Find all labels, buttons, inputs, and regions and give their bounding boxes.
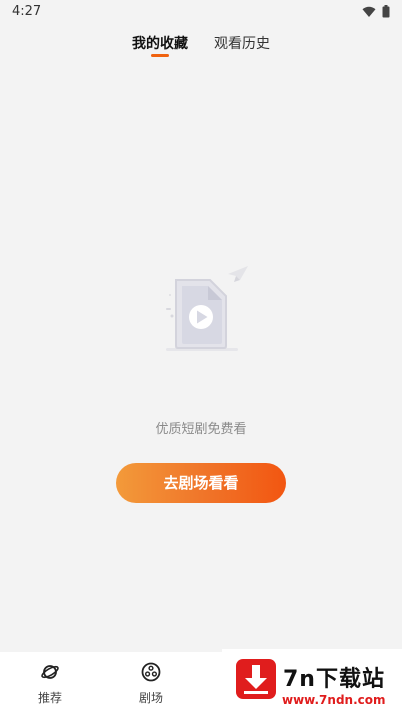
active-tab-indicator [151,54,169,57]
planet-icon [40,662,60,682]
download-arrow-icon [236,659,276,699]
status-bar: 4:27 [0,0,402,24]
watermark-url: www.7ndn.com [282,693,386,707]
status-icons [362,5,390,18]
nav-item-recommend[interactable]: 推荐 [20,662,80,706]
nav-item-theater[interactable]: 剧场 [121,662,181,706]
top-tabs: 我的收藏 观看历史 [0,30,402,60]
nav-label-theater: 剧场 [138,691,163,705]
video-file-icon [150,262,254,358]
tab-history[interactable]: 观看历史 [214,33,270,53]
film-reel-icon [141,662,161,682]
favorites-screen: 4:27 我的收藏 观看历史 优质短剧免费看 去剧场看看 推荐 剧场 7n下载站… [0,0,402,716]
tab-favorites[interactable]: 我的收藏 [132,33,188,53]
watermark-title: 7n下载站 [283,667,385,692]
battery-icon [382,5,390,18]
status-time: 4:27 [12,4,42,19]
go-to-theater-button[interactable]: 去剧场看看 [116,463,286,503]
empty-state-message: 优质短剧免费看 [155,422,247,437]
watermark: 7n下载站 www.7ndn.com [222,649,402,716]
nav-label-recommend: 推荐 [37,691,62,705]
wifi-icon [362,6,376,18]
